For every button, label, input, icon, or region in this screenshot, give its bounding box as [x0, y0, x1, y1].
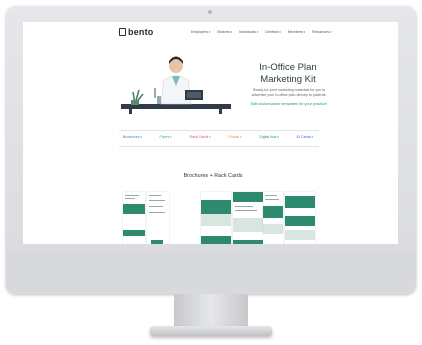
tabs-top-divider: [119, 130, 319, 131]
monitor-chin: [6, 251, 416, 294]
tab-emails[interactable]: Emails: [228, 135, 241, 139]
nav-item-members[interactable]: Members: [288, 30, 305, 34]
brochure-thumb-2[interactable]: [147, 192, 169, 244]
template-thumbnails: [23, 192, 398, 244]
brochure-thumb-3[interactable]: [263, 192, 283, 244]
brochure-thumb-1[interactable]: [123, 192, 145, 244]
hero-subtitle-line-2: advertise your in-office plan directly t…: [251, 93, 327, 97]
webcam-icon: [208, 10, 212, 14]
dentist-illustration: [121, 56, 231, 114]
tab-id-cards[interactable]: ID Cards: [296, 135, 313, 139]
monitor-stand: [174, 294, 248, 328]
nav-item-dentists[interactable]: Dentists: [265, 30, 280, 34]
hero-subtitle: Ready-for-print marketing materials for …: [235, 88, 343, 98]
hero-title: In-Office Plan Marketing Kit: [228, 62, 348, 86]
monitor-frame: bento Employers Brokers Individuals Dent…: [6, 6, 416, 294]
nav-item-individuals[interactable]: Individuals: [239, 30, 258, 34]
screen: bento Employers Brokers Individuals Dent…: [23, 22, 398, 244]
hero-title-line-1: In-Office Plan: [259, 62, 317, 73]
brochure-thumb-4[interactable]: [285, 192, 315, 244]
main-menu: Employers Brokers Individuals Dentists M…: [191, 30, 332, 34]
tab-digital-ads[interactable]: Digital Ads: [259, 135, 278, 139]
nav-item-brokers[interactable]: Brokers: [217, 30, 232, 34]
rack-card-thumb-1[interactable]: [201, 192, 231, 244]
tab-rack-cards[interactable]: Rack Cards: [189, 135, 210, 139]
hero-title-line-2: Marketing Kit: [260, 74, 316, 85]
monitor-base: [150, 326, 272, 336]
tabs-bottom-divider: [119, 146, 319, 147]
nav-item-resources[interactable]: Resources: [312, 30, 332, 34]
top-nav: bento Employers Brokers Individuals Dent…: [23, 22, 398, 42]
tab-flyers[interactable]: Flyers: [160, 135, 172, 139]
site-logo[interactable]: bento: [119, 27, 154, 37]
edit-templates-link[interactable]: Edit customizable templates for your pra…: [228, 102, 350, 106]
nav-item-employers[interactable]: Employers: [191, 30, 210, 34]
bento-logo-icon: [119, 28, 126, 36]
rack-card-thumb-2[interactable]: [233, 192, 265, 244]
category-tabs: Brochures Flyers Rack Cards Emails Digit…: [123, 135, 313, 139]
section-title: Brochures + Rack Cards: [183, 173, 243, 179]
logo-text: bento: [128, 27, 154, 37]
tab-brochures[interactable]: Brochures: [123, 135, 142, 139]
